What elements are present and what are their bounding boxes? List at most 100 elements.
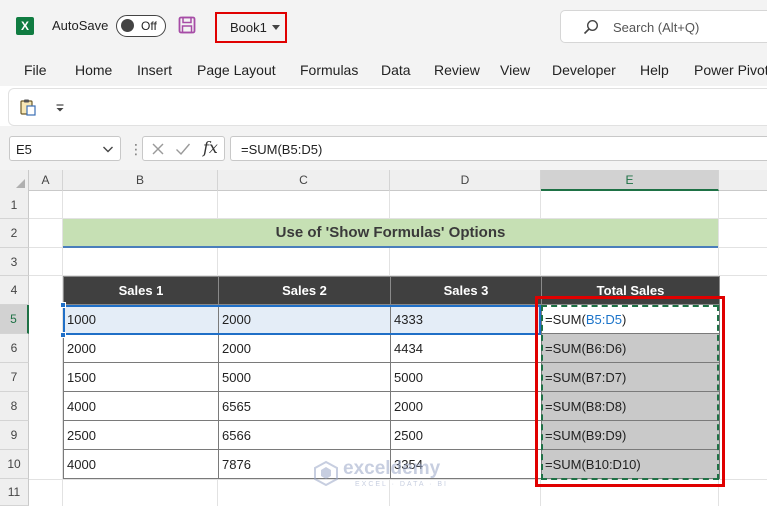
row-header-5[interactable]: 5 bbox=[0, 305, 29, 334]
row-header-1[interactable]: 1 bbox=[0, 191, 29, 219]
column-header-d[interactable]: D bbox=[390, 170, 541, 191]
table-row: 1500 5000 5000 =SUM(B7:D7) bbox=[63, 362, 720, 392]
row-header-10[interactable]: 10 bbox=[0, 450, 29, 479]
workbook-name-button[interactable]: Book1 bbox=[215, 12, 287, 43]
table-row: 4000 6565 2000 =SUM(B8:D8) bbox=[63, 391, 720, 421]
autosave-state: Off bbox=[141, 19, 157, 33]
tab-review[interactable]: Review bbox=[434, 62, 480, 78]
sales-table: Sales 1 Sales 2 Sales 3 Total Sales 1000… bbox=[63, 276, 720, 479]
row-header-4[interactable]: 4 bbox=[0, 276, 29, 305]
tab-formulas[interactable]: Formulas bbox=[300, 62, 358, 78]
cell-b6[interactable]: 2000 bbox=[63, 333, 219, 363]
excel-logo-icon: X bbox=[16, 17, 34, 35]
header-total-sales[interactable]: Total Sales bbox=[541, 276, 720, 305]
table-row: 2500 6566 2500 =SUM(B9:D9) bbox=[63, 420, 720, 450]
cell-c5[interactable]: 2000 bbox=[218, 304, 391, 334]
row-header-11[interactable]: 11 bbox=[0, 479, 29, 506]
autosave-label: AutoSave bbox=[52, 18, 109, 33]
customize-toolbar-icon[interactable] bbox=[55, 103, 65, 113]
exceldemy-logo-icon bbox=[314, 460, 338, 486]
cell-b9[interactable]: 2500 bbox=[63, 420, 219, 450]
cell-c6[interactable]: 2000 bbox=[218, 333, 391, 363]
insert-function-icon[interactable]: fx bbox=[203, 138, 218, 157]
title-bar: X AutoSave Off Book1 Search (Alt+Q) bbox=[0, 0, 767, 52]
toggle-knob bbox=[121, 19, 134, 32]
formula-actions: fx bbox=[142, 136, 225, 161]
formula-bar-grip: ⋮ bbox=[129, 141, 143, 157]
save-icon[interactable] bbox=[178, 16, 196, 34]
header-sales-1[interactable]: Sales 1 bbox=[63, 276, 219, 305]
chevron-down-icon bbox=[272, 25, 280, 30]
tab-help[interactable]: Help bbox=[640, 62, 669, 78]
column-header-a[interactable]: A bbox=[29, 170, 63, 191]
cell-e8[interactable]: =SUM(B8:D8) bbox=[541, 391, 720, 421]
cell-d8[interactable]: 2000 bbox=[390, 391, 542, 421]
search-input[interactable]: Search (Alt+Q) bbox=[560, 10, 767, 43]
formula-reference: B5:D5 bbox=[585, 311, 622, 327]
search-icon bbox=[583, 19, 599, 35]
row-header-2[interactable]: 2 bbox=[0, 219, 29, 248]
select-all-button[interactable] bbox=[0, 170, 29, 191]
tab-file[interactable]: File bbox=[24, 62, 47, 78]
watermark: exceldemy EXCEL · DATA · BI bbox=[313, 458, 463, 494]
chevron-down-icon[interactable] bbox=[102, 144, 114, 154]
tab-home[interactable]: Home bbox=[75, 62, 112, 78]
cancel-icon[interactable] bbox=[151, 142, 165, 156]
ribbon-tabs: File Home Insert Page Layout Formulas Da… bbox=[0, 52, 767, 86]
cell-d5[interactable]: 4333 bbox=[390, 304, 542, 334]
sheet-title-cell[interactable]: Use of 'Show Formulas' Options bbox=[63, 219, 718, 248]
cell-b8[interactable]: 4000 bbox=[63, 391, 219, 421]
watermark-tagline: EXCEL · DATA · BI bbox=[355, 481, 448, 488]
tab-developer[interactable]: Developer bbox=[552, 62, 616, 78]
workbook-name: Book1 bbox=[230, 20, 267, 35]
row-header-9[interactable]: 9 bbox=[0, 421, 29, 450]
cell-b7[interactable]: 1500 bbox=[63, 362, 219, 392]
cell-e10[interactable]: =SUM(B10:D10) bbox=[541, 449, 720, 479]
cell-c7[interactable]: 5000 bbox=[218, 362, 391, 392]
row-header-6[interactable]: 6 bbox=[0, 334, 29, 363]
cell-b5[interactable]: 1000 bbox=[63, 304, 219, 334]
formula-bar: E5 ⋮ fx =SUM(B5:D5) bbox=[0, 134, 767, 164]
row-header-7[interactable]: 7 bbox=[0, 363, 29, 392]
cell-d9[interactable]: 2500 bbox=[390, 420, 542, 450]
formula-function: =SUM( bbox=[545, 311, 586, 327]
column-header-e[interactable]: E bbox=[541, 170, 719, 191]
enter-check-icon[interactable] bbox=[175, 142, 191, 156]
cell-b10[interactable]: 4000 bbox=[63, 449, 219, 479]
watermark-name: exceldemy bbox=[343, 458, 441, 479]
cell-e6[interactable]: =SUM(B6:D6) bbox=[541, 333, 720, 363]
table-header-row: Sales 1 Sales 2 Sales 3 Total Sales bbox=[63, 276, 720, 305]
cell-d7[interactable]: 5000 bbox=[390, 362, 542, 392]
quick-access-toolbar bbox=[8, 88, 767, 126]
selection-handle[interactable] bbox=[60, 332, 66, 338]
column-header-b[interactable]: B bbox=[63, 170, 218, 191]
tab-view[interactable]: View bbox=[500, 62, 530, 78]
cell-e9[interactable]: =SUM(B9:D9) bbox=[541, 420, 720, 450]
tab-data[interactable]: Data bbox=[381, 62, 411, 78]
cell-e5[interactable]: =SUM(B5:D5) bbox=[541, 304, 720, 334]
formula-text: =SUM(B5:D5) bbox=[241, 142, 323, 157]
tab-power-pivot[interactable]: Power Pivot bbox=[694, 62, 767, 78]
column-headers: A B C D E bbox=[0, 170, 767, 191]
row-header-3[interactable]: 3 bbox=[0, 248, 29, 276]
header-sales-3[interactable]: Sales 3 bbox=[390, 276, 542, 305]
tab-insert[interactable]: Insert bbox=[137, 62, 172, 78]
name-box-value: E5 bbox=[16, 142, 32, 157]
column-header-c[interactable]: C bbox=[218, 170, 390, 191]
header-sales-2[interactable]: Sales 2 bbox=[218, 276, 391, 305]
name-box[interactable]: E5 bbox=[9, 136, 121, 161]
table-row: 1000 2000 4333 =SUM(B5:D5) bbox=[63, 304, 720, 334]
table-row: 2000 2000 4434 =SUM(B6:D6) bbox=[63, 333, 720, 363]
cell-c8[interactable]: 6565 bbox=[218, 391, 391, 421]
worksheet-grid[interactable]: A B C D E 1 2 3 4 5 6 7 8 9 10 11 Use of… bbox=[0, 170, 767, 506]
row-header-8[interactable]: 8 bbox=[0, 392, 29, 421]
tab-page-layout[interactable]: Page Layout bbox=[197, 62, 276, 78]
cell-d6[interactable]: 4434 bbox=[390, 333, 542, 363]
cell-e7[interactable]: =SUM(B7:D7) bbox=[541, 362, 720, 392]
cell-c9[interactable]: 6566 bbox=[218, 420, 391, 450]
selection-handle[interactable] bbox=[60, 302, 66, 308]
autosave-toggle[interactable]: Off bbox=[116, 15, 166, 37]
select-all-icon bbox=[16, 179, 25, 188]
formula-input[interactable]: =SUM(B5:D5) bbox=[230, 136, 767, 161]
paste-icon[interactable] bbox=[19, 98, 37, 116]
